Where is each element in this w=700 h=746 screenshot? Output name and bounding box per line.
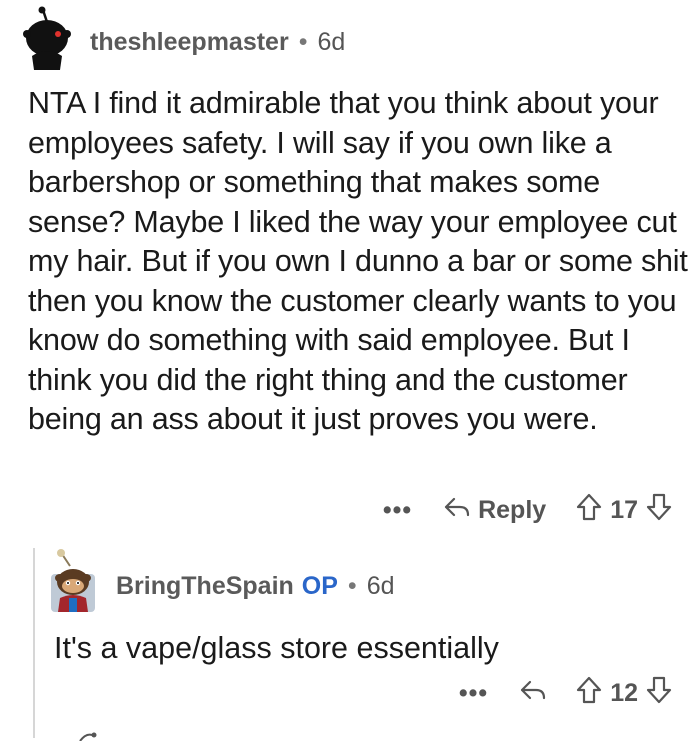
- comment-username[interactable]: theshleepmaster: [90, 28, 289, 57]
- reply-button[interactable]: [520, 679, 546, 708]
- vote-count: 12: [610, 678, 638, 707]
- more-options-button[interactable]: •••: [459, 679, 488, 708]
- vote-controls: 12: [576, 676, 672, 711]
- reply-body: It's a vape/glass store essentially: [54, 631, 499, 665]
- reply-arrow-icon: [520, 679, 546, 708]
- comment-actions: ••• Reply 17: [383, 492, 672, 528]
- comment-meta: theshleepmaster • 6d: [90, 22, 345, 62]
- comment-age: 6d: [317, 27, 346, 56]
- reply-button[interactable]: Reply: [444, 496, 546, 525]
- reply-label: Reply: [478, 495, 547, 524]
- upvote-icon[interactable]: [576, 493, 602, 528]
- more-options-button[interactable]: •••: [383, 496, 412, 525]
- reply-age: 6d: [366, 571, 395, 600]
- downvote-icon[interactable]: [646, 676, 672, 711]
- reply-arrow-icon: [444, 496, 470, 525]
- meta-separator: •: [298, 27, 308, 56]
- vote-count: 17: [610, 495, 638, 524]
- comment-thread: theshleepmaster • 6d NTA I find it admir…: [0, 0, 700, 742]
- op-badge: OP: [301, 571, 338, 600]
- reply-actions: ••• 12: [459, 675, 672, 711]
- thread-line[interactable]: [33, 548, 35, 738]
- upvote-icon[interactable]: [576, 676, 602, 711]
- comment-body: NTA I find it admirable that you think a…: [28, 86, 688, 436]
- next-comment-antenna-icon: [78, 728, 100, 742]
- reply-meta: BringTheSpain OP • 6d: [116, 566, 395, 606]
- reply-username[interactable]: BringTheSpain: [116, 572, 294, 601]
- downvote-icon[interactable]: [646, 493, 672, 528]
- snoo-avatar-icon[interactable]: [18, 6, 76, 72]
- meta-separator: •: [347, 571, 357, 600]
- op-avatar-icon[interactable]: [48, 548, 98, 614]
- vote-controls: 17: [576, 493, 672, 528]
